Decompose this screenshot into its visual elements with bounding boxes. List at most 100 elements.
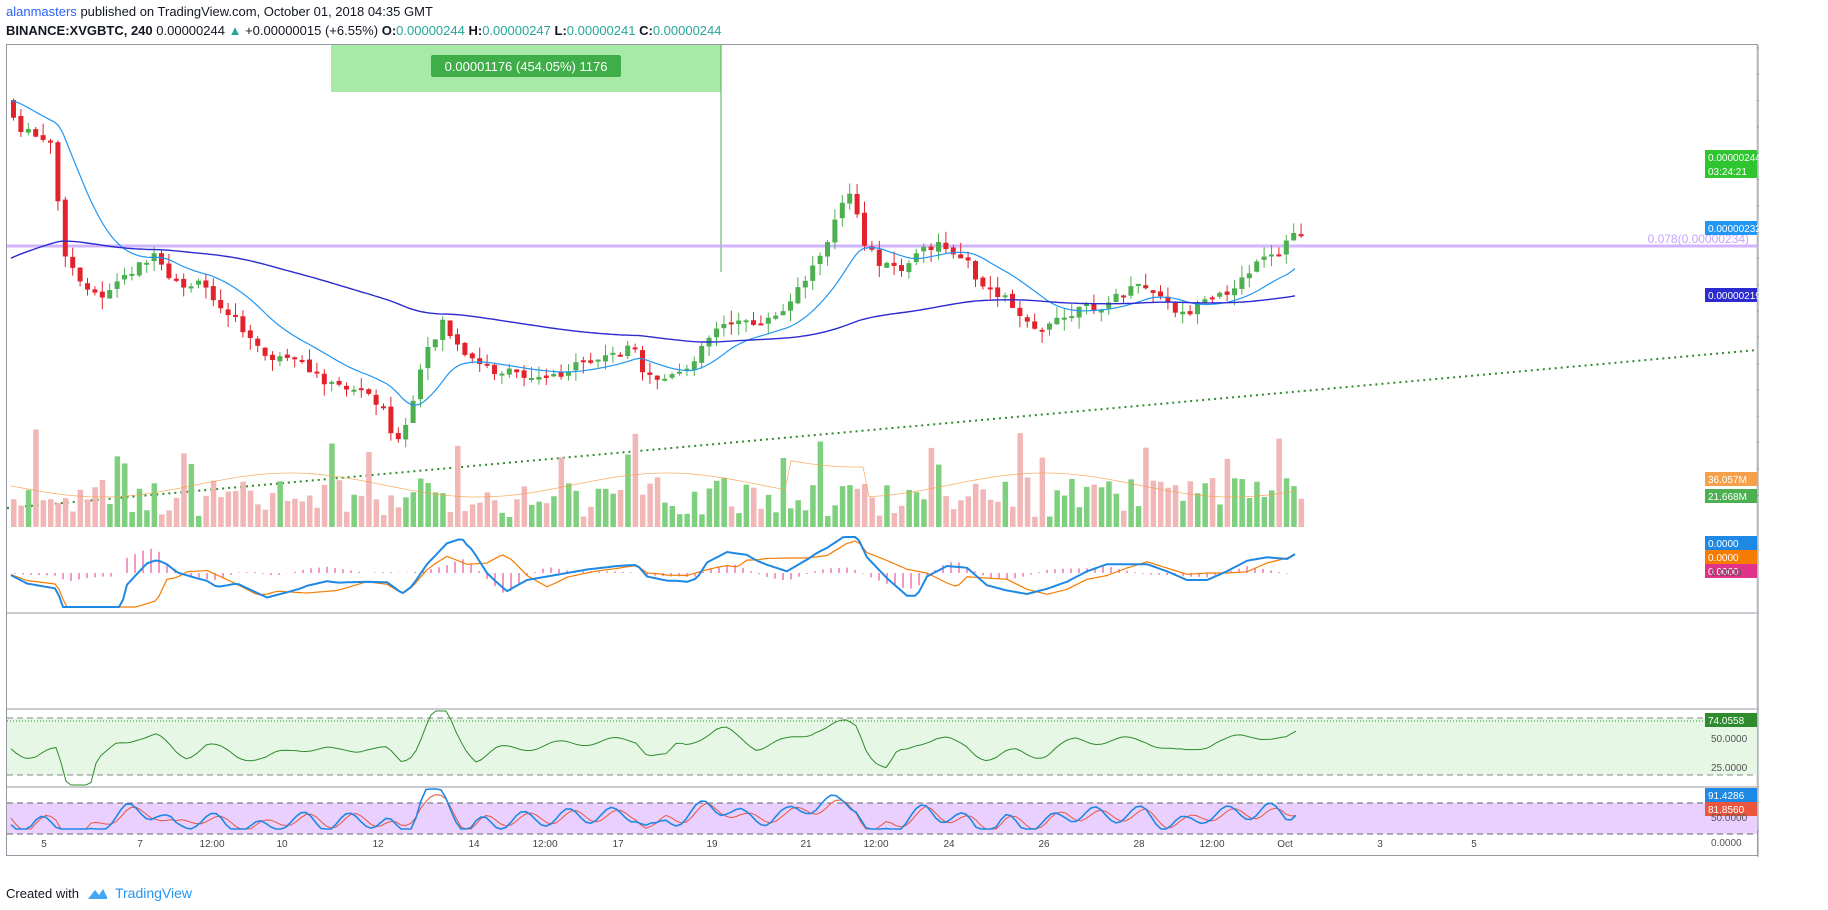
candle-body[interactable] <box>506 368 512 375</box>
candle-body[interactable] <box>1113 293 1119 302</box>
candle-body[interactable] <box>1017 307 1023 316</box>
candle-body[interactable] <box>677 371 682 374</box>
candle-body[interactable] <box>580 360 586 363</box>
candle-body[interactable] <box>921 246 927 252</box>
candle-body[interactable] <box>514 369 520 373</box>
candle-body[interactable] <box>196 280 201 285</box>
candle-body[interactable] <box>314 371 320 374</box>
candle-body[interactable] <box>114 281 120 289</box>
candle-body[interactable] <box>573 362 579 371</box>
candle-body[interactable] <box>980 277 986 287</box>
candle-body[interactable] <box>462 342 468 355</box>
candle-body[interactable] <box>751 320 756 325</box>
candle-body[interactable] <box>477 358 483 364</box>
candle-body[interactable] <box>440 319 446 340</box>
candle-body[interactable] <box>788 301 793 311</box>
candle-body[interactable] <box>85 283 90 290</box>
candle-body[interactable] <box>129 273 135 276</box>
candle-body[interactable] <box>1121 295 1126 298</box>
candle-body[interactable] <box>136 262 142 276</box>
candle-body[interactable] <box>1239 277 1245 289</box>
candle-body[interactable] <box>277 356 283 362</box>
candle-body[interactable] <box>366 389 372 394</box>
candle-body[interactable] <box>1076 306 1082 318</box>
tradingview-brand[interactable]: TradingView <box>115 885 192 901</box>
candle-body[interactable] <box>107 290 113 299</box>
candle-body[interactable] <box>1283 240 1289 255</box>
candle-body[interactable] <box>617 354 623 357</box>
candle-body[interactable] <box>891 262 897 266</box>
candle-body[interactable] <box>1224 291 1230 295</box>
candle-body[interactable] <box>358 388 364 391</box>
candle-body[interactable] <box>351 389 357 392</box>
candle-body[interactable] <box>1172 302 1178 313</box>
candle-body[interactable] <box>388 406 394 434</box>
candle-body[interactable] <box>188 286 194 289</box>
candle-body[interactable] <box>469 353 475 359</box>
candle-body[interactable] <box>1232 288 1237 296</box>
candle-body[interactable] <box>995 287 1001 298</box>
candle-body[interactable] <box>987 287 993 290</box>
candle-body[interactable] <box>218 300 224 309</box>
candle-body[interactable] <box>595 359 601 362</box>
candle-body[interactable] <box>1010 293 1015 308</box>
candle-body[interactable] <box>965 257 971 261</box>
candle-body[interactable] <box>625 345 631 357</box>
candle-body[interactable] <box>802 280 808 288</box>
candle-body[interactable] <box>780 311 786 316</box>
candle-body[interactable] <box>714 328 719 338</box>
candle-body[interactable] <box>40 135 46 140</box>
candle-body[interactable] <box>484 363 490 366</box>
candle-body[interactable] <box>810 265 816 281</box>
candle-body[interactable] <box>928 246 934 251</box>
candle-body[interactable] <box>18 116 24 132</box>
candle-body[interactable] <box>1091 303 1097 311</box>
candle-body[interactable] <box>529 377 534 380</box>
candle-body[interactable] <box>1261 256 1267 260</box>
candle-body[interactable] <box>1084 304 1089 307</box>
candle-body[interactable] <box>795 287 801 304</box>
candle-body[interactable] <box>536 376 542 380</box>
candle-body[interactable] <box>699 345 705 363</box>
candle-body[interactable] <box>654 375 660 380</box>
candle-body[interactable] <box>255 338 261 346</box>
candle-body[interactable] <box>55 142 61 202</box>
candle-body[interactable] <box>1254 261 1260 272</box>
candle-body[interactable] <box>344 385 349 390</box>
candle-body[interactable] <box>773 315 779 319</box>
candle-body[interactable] <box>25 128 31 133</box>
candle-body[interactable] <box>691 361 697 371</box>
candle-body[interactable] <box>1217 292 1223 297</box>
candle-body[interactable] <box>1180 311 1186 315</box>
candle-body[interactable] <box>876 249 882 266</box>
candle-body[interactable] <box>1128 286 1134 296</box>
candle-body[interactable] <box>1150 290 1156 293</box>
candle-body[interactable] <box>669 374 675 378</box>
candle-body[interactable] <box>492 364 497 375</box>
candle-body[interactable] <box>1298 234 1304 237</box>
chart-canvas[interactable]: 0.00001176 (454.05%) 1176 0.078(0.000002… <box>7 45 1759 857</box>
candle-body[interactable] <box>603 355 608 362</box>
trend-line[interactable] <box>7 349 1758 509</box>
candle-body[interactable] <box>1158 291 1163 297</box>
ema-slow-line[interactable] <box>10 240 1296 343</box>
candle-body[interactable] <box>588 360 594 363</box>
candle-body[interactable] <box>825 242 830 257</box>
candle-body[interactable] <box>455 334 460 345</box>
candle-body[interactable] <box>558 371 564 377</box>
candle-body[interactable] <box>373 394 379 405</box>
candle-body[interactable] <box>839 202 845 219</box>
candle-body[interactable] <box>1061 317 1067 320</box>
candle-body[interactable] <box>173 278 179 281</box>
candle-body[interactable] <box>381 406 386 409</box>
candle-body[interactable] <box>862 212 867 246</box>
candle-body[interactable] <box>1291 232 1297 241</box>
candle-body[interactable] <box>854 194 860 215</box>
candle-body[interactable] <box>728 322 734 325</box>
candle-body[interactable] <box>943 242 949 250</box>
macd-line[interactable] <box>10 536 1296 608</box>
candle-body[interactable] <box>33 129 39 137</box>
candle-body[interactable] <box>1002 295 1008 298</box>
candle-body[interactable] <box>721 324 727 329</box>
candle-body[interactable] <box>247 330 253 338</box>
